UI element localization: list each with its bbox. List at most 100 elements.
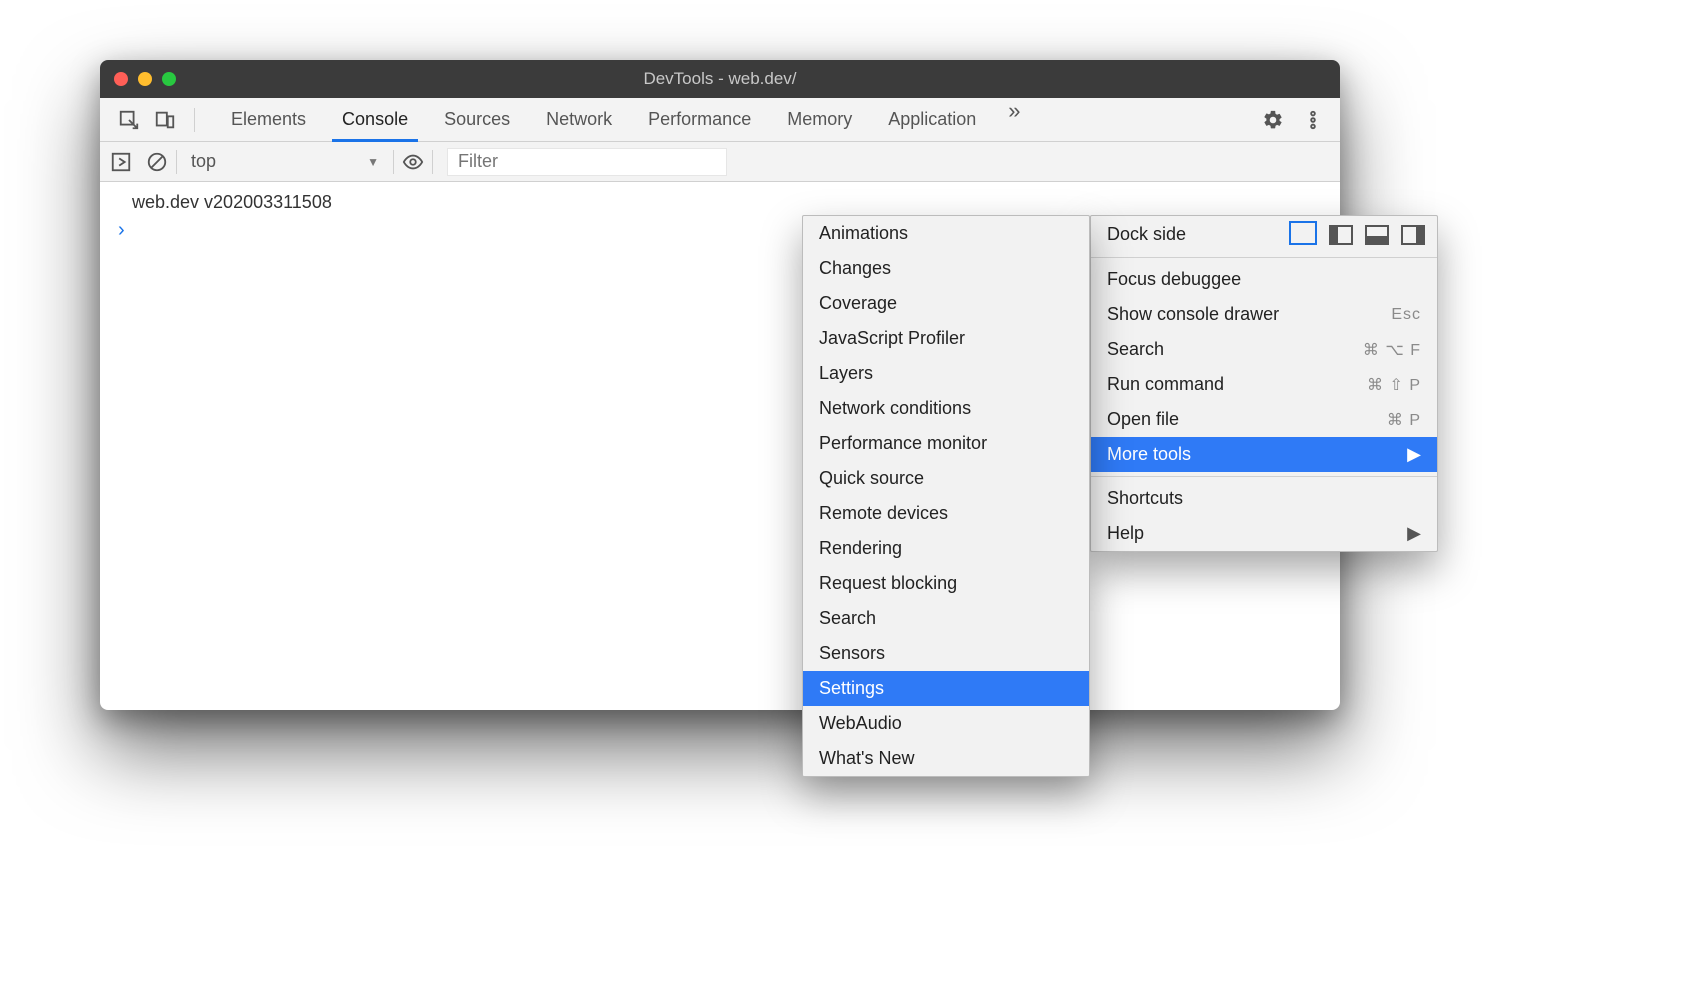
menu-item-show-console-drawer[interactable]: Show console drawer Esc [1091, 297, 1437, 332]
console-toolbar: top ▼ [100, 142, 1340, 182]
inspect-element-icon[interactable] [118, 109, 140, 131]
menu-item-label: Sensors [819, 643, 885, 664]
menu-item-run-command[interactable]: Run command ⌘ ⇧ P [1091, 367, 1437, 402]
menu-item-label: Rendering [819, 538, 902, 559]
submenu-item-webaudio[interactable]: WebAudio [803, 706, 1089, 741]
tab-label: Sources [444, 109, 510, 130]
menu-item-focus-debuggee[interactable]: Focus debuggee [1091, 262, 1437, 297]
menu-item-shortcuts[interactable]: Shortcuts [1091, 481, 1437, 516]
submenu-item-sensors[interactable]: Sensors [803, 636, 1089, 671]
tab-label: Elements [231, 109, 306, 130]
menu-item-label: Quick source [819, 468, 924, 489]
submenu-item-performance-monitor[interactable]: Performance monitor [803, 426, 1089, 461]
menu-item-help[interactable]: Help ▶ [1091, 516, 1437, 551]
window-zoom-button[interactable] [162, 72, 176, 86]
settings-gear-icon[interactable] [1262, 109, 1284, 131]
tab-elements[interactable]: Elements [213, 98, 324, 141]
submenu-item-quick-source[interactable]: Quick source [803, 461, 1089, 496]
menu-item-label: Performance monitor [819, 433, 987, 454]
tab-label: Performance [648, 109, 751, 130]
execute-icon[interactable] [110, 151, 132, 173]
menu-item-label: Search [819, 608, 876, 629]
menu-item-label: What's New [819, 748, 914, 769]
menu-item-label: Run command [1107, 374, 1224, 395]
dock-right-icon[interactable] [1401, 225, 1425, 245]
clear-console-icon[interactable] [146, 151, 168, 173]
submenu-item-remote-devices[interactable]: Remote devices [803, 496, 1089, 531]
traffic-lights [114, 72, 176, 86]
menu-item-label: Show console drawer [1107, 304, 1279, 325]
menu-item-label: Focus debuggee [1107, 269, 1241, 290]
submenu-item-rendering[interactable]: Rendering [803, 531, 1089, 566]
console-log-line: web.dev v202003311508 [112, 190, 1328, 215]
tab-performance[interactable]: Performance [630, 98, 769, 141]
menu-item-label: Request blocking [819, 573, 957, 594]
menu-item-shortcut: Esc [1391, 306, 1421, 324]
devtools-window: DevTools - web.dev/ Elements Console Sou… [100, 60, 1340, 710]
submenu-item-coverage[interactable]: Coverage [803, 286, 1089, 321]
menu-item-label: More tools [1107, 444, 1191, 465]
menu-item-label: Shortcuts [1107, 488, 1183, 509]
submenu-caret-icon: ▶ [1407, 444, 1421, 465]
menu-item-open-file[interactable]: Open file ⌘ P [1091, 402, 1437, 437]
separator [393, 150, 394, 174]
chevron-down-icon: ▼ [367, 155, 379, 169]
tab-memory[interactable]: Memory [769, 98, 870, 141]
menu-item-more-tools[interactable]: More tools ▶ [1091, 437, 1437, 472]
device-toolbar-icon[interactable] [154, 109, 176, 131]
menu-item-label: WebAudio [819, 713, 902, 734]
tabs-overflow-button[interactable]: » [994, 98, 1034, 141]
menu-item-label: Layers [819, 363, 873, 384]
submenu-item-search[interactable]: Search [803, 601, 1089, 636]
dock-left-icon[interactable] [1329, 225, 1353, 245]
separator [432, 150, 433, 174]
dock-undock-icon[interactable] [1293, 225, 1317, 245]
tab-label: Console [342, 109, 408, 130]
tab-application[interactable]: Application [870, 98, 994, 141]
menu-item-label: Remote devices [819, 503, 948, 524]
live-expression-eye-icon[interactable] [402, 151, 424, 173]
menu-item-label: Animations [819, 223, 908, 244]
kebab-menu-icon[interactable] [1302, 109, 1324, 131]
tab-network[interactable]: Network [528, 98, 630, 141]
dock-bottom-icon[interactable] [1365, 225, 1389, 245]
panel-tabs: Elements Console Sources Network Perform… [213, 98, 1035, 141]
menu-item-shortcut: ⌘ ⇧ P [1367, 375, 1421, 395]
menu-item-shortcut: ⌘ ⌥ F [1363, 340, 1421, 360]
tab-label: Network [546, 109, 612, 130]
tab-label: Application [888, 109, 976, 130]
separator [176, 150, 177, 174]
submenu-caret-icon: ▶ [1407, 523, 1421, 544]
submenu-item-network-conditions[interactable]: Network conditions [803, 391, 1089, 426]
tab-sources[interactable]: Sources [426, 98, 528, 141]
main-menu-popup: Dock side Focus debuggee Show console dr… [1090, 215, 1438, 552]
context-label: top [191, 151, 216, 172]
submenu-item-settings[interactable]: Settings [803, 671, 1089, 706]
window-title: DevTools - web.dev/ [100, 69, 1340, 89]
menu-item-search[interactable]: Search ⌘ ⌥ F [1091, 332, 1437, 367]
execution-context-select[interactable]: top ▼ [185, 151, 385, 172]
console-filter-input[interactable] [447, 148, 727, 176]
separator [194, 108, 195, 132]
window-minimize-button[interactable] [138, 72, 152, 86]
submenu-item-changes[interactable]: Changes [803, 251, 1089, 286]
menu-item-label: Coverage [819, 293, 897, 314]
menu-separator [1091, 257, 1437, 258]
submenu-item-javascript-profiler[interactable]: JavaScript Profiler [803, 321, 1089, 356]
submenu-item-animations[interactable]: Animations [803, 216, 1089, 251]
devtools-tabstrip: Elements Console Sources Network Perform… [100, 98, 1340, 142]
submenu-item-request-blocking[interactable]: Request blocking [803, 566, 1089, 601]
menu-separator [1091, 476, 1437, 477]
menu-item-shortcut: ⌘ P [1387, 410, 1421, 430]
dock-side-label: Dock side [1107, 224, 1186, 245]
submenu-item-whats-new[interactable]: What's New [803, 741, 1089, 776]
titlebar: DevTools - web.dev/ [100, 60, 1340, 98]
submenu-item-layers[interactable]: Layers [803, 356, 1089, 391]
window-close-button[interactable] [114, 72, 128, 86]
menu-item-label: Open file [1107, 409, 1179, 430]
menu-item-label: Network conditions [819, 398, 971, 419]
menu-item-label: Settings [819, 678, 884, 699]
tab-console[interactable]: Console [324, 98, 426, 141]
more-tools-submenu: Animations Changes Coverage JavaScript P… [802, 215, 1090, 777]
menu-item-label: JavaScript Profiler [819, 328, 965, 349]
